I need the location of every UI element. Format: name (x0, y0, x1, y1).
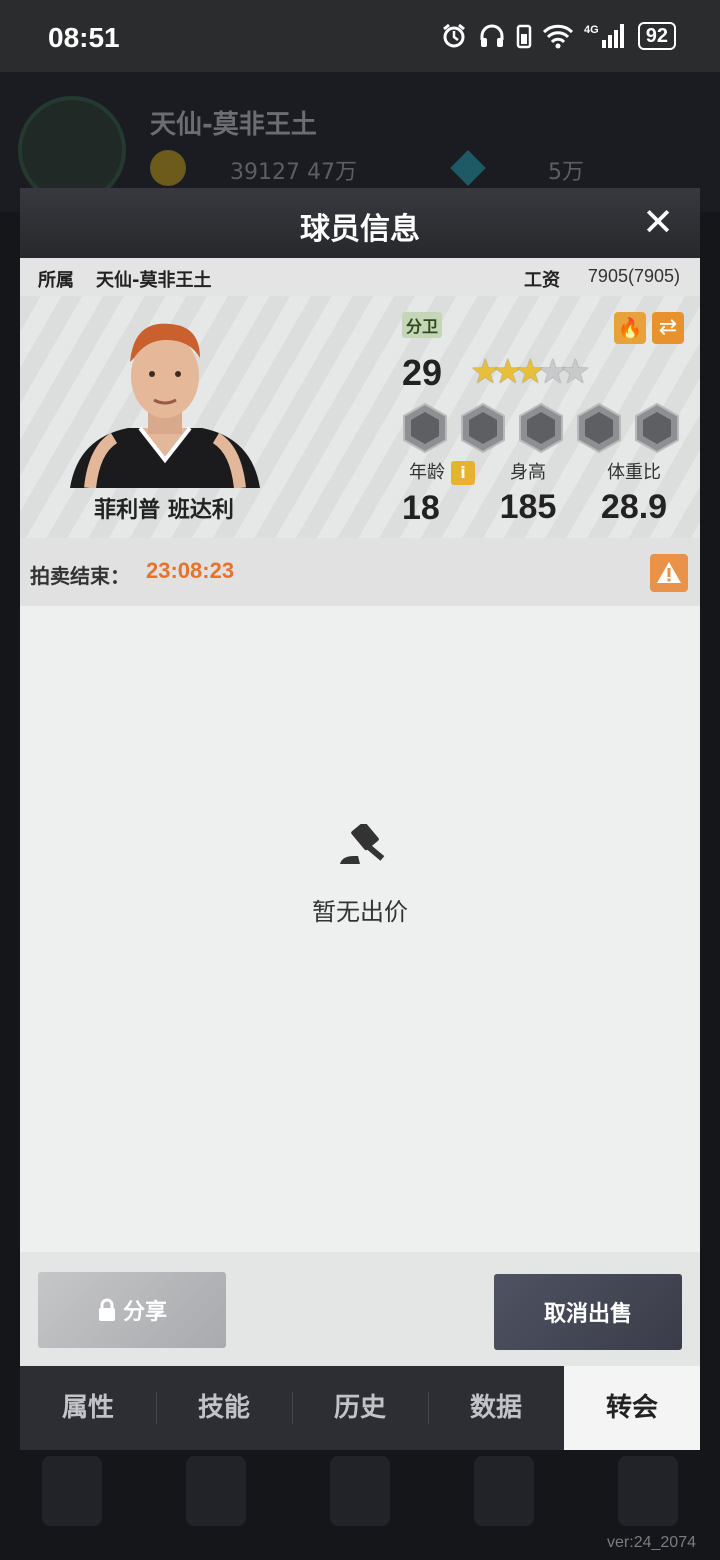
battery-indicator: 92 (637, 22, 676, 50)
bottom-tabs: 属性 技能 历史 数据 转会 (20, 1366, 700, 1450)
coin-balance: 39127 47万 (230, 160, 357, 185)
skill-slots (402, 402, 680, 454)
cancel-sale-button[interactable]: 取消出售 (494, 1274, 682, 1350)
hexagon-slot-icon[interactable] (634, 402, 680, 454)
tab-history[interactable]: 历史 (292, 1366, 428, 1450)
lock-icon (98, 1298, 115, 1321)
background-nav-item (618, 1456, 678, 1526)
player-info-modal: 球员信息 ✕ 所属 天仙-莫非王土 工资 7905(7905) 菲利普 班达利 … (20, 188, 700, 1450)
fire-icon[interactable]: 🔥 (614, 312, 646, 344)
share-button[interactable]: 分享 (38, 1272, 226, 1348)
hexagon-slot-icon[interactable] (402, 402, 448, 454)
alarm-icon (442, 23, 465, 48)
status-bar: 08:51 4G 92 (0, 0, 720, 72)
auction-bar: 拍卖结束： 23:08:23 (20, 538, 700, 606)
star-rating: ★ ★ ★ ★ ★ (470, 352, 590, 392)
action-row: 分享 取消出售 (20, 1252, 700, 1368)
affiliation-label: 所属 (38, 270, 74, 291)
network-type-label: 4G (584, 24, 599, 36)
version-label: ver:24_2074 (607, 1534, 696, 1551)
gavel-icon (340, 824, 385, 864)
empty-bids-message: 暂无出价 (312, 898, 408, 926)
info-bar: 所属 天仙-莫非王土 工资 7905(7905) (20, 258, 700, 296)
cellular-signal-icon: 4G (584, 24, 624, 48)
swap-icon[interactable]: ⇄ (652, 312, 684, 344)
tab-transfer[interactable]: 转会 (564, 1366, 700, 1450)
info-icon[interactable]: i (451, 461, 475, 485)
position-badge: 分卫 (402, 312, 443, 338)
cancel-sale-label: 取消出售 (543, 1302, 632, 1327)
auction-countdown: 23:08:23 (146, 558, 235, 583)
background-nav-item (42, 1456, 102, 1526)
stat-age-label: 年龄 (409, 462, 445, 483)
stat-height-label: 身高 (510, 462, 546, 483)
player-portrait (70, 323, 260, 488)
player-rating: 29 (402, 352, 443, 393)
modal-header: 球员信息 ✕ (20, 188, 700, 258)
phone-battery-icon (516, 24, 531, 49)
stat-weight-ratio-value: 28.9 (600, 488, 668, 526)
tab-data[interactable]: 数据 (428, 1366, 564, 1450)
hexagon-slot-icon[interactable] (576, 402, 622, 454)
hexagon-slot-icon[interactable] (518, 402, 564, 454)
coin-icon (150, 150, 186, 186)
modal-title: 球员信息 (300, 212, 420, 247)
status-icons: 4G 92 (440, 22, 676, 50)
stat-age-value: 18 (402, 489, 440, 527)
wifi-icon (542, 24, 573, 49)
hexagon-slot-icon[interactable] (460, 402, 506, 454)
stat-height-value: 185 (499, 488, 557, 526)
stat-weight-ratio-label: 体重比 (607, 462, 661, 483)
background-team-name: 天仙-莫非王土 (150, 110, 317, 140)
salary-label: 工资 (524, 270, 560, 291)
close-button[interactable]: ✕ (638, 198, 678, 246)
stat-age: 年龄 i 18 (402, 458, 482, 528)
stat-weight-ratio: 体重比 28.9 (590, 458, 678, 527)
tab-attributes[interactable]: 属性 (20, 1366, 156, 1450)
headphones-icon (480, 24, 504, 47)
stat-height: 身高 185 (490, 458, 566, 527)
bid-list-area: 暂无出价 (20, 606, 700, 1252)
auction-end-label: 拍卖结束： (30, 564, 130, 588)
player-card: 菲利普 班达利 分卫 🔥 ⇄ 29 ★ ★ ★ ★ ★ 年龄 i 18 身高 185 体重… (20, 296, 700, 538)
background-nav-item (330, 1456, 390, 1526)
player-name: 菲利普 班达利 (94, 498, 234, 523)
close-icon: ✕ (642, 200, 674, 244)
gem-balance: 5万 (548, 160, 584, 185)
share-label: 分享 (122, 1300, 167, 1325)
background-nav-item (186, 1456, 246, 1526)
report-button[interactable] (650, 554, 688, 592)
status-time: 08:51 (48, 22, 120, 53)
star-empty-icon: ★ (559, 352, 591, 392)
affiliation-team: 天仙-莫非王土 (96, 270, 212, 291)
warning-icon (657, 562, 681, 583)
tab-skills[interactable]: 技能 (156, 1366, 292, 1450)
salary-value: 7905(7905) (587, 266, 680, 286)
background-nav-item (474, 1456, 534, 1526)
